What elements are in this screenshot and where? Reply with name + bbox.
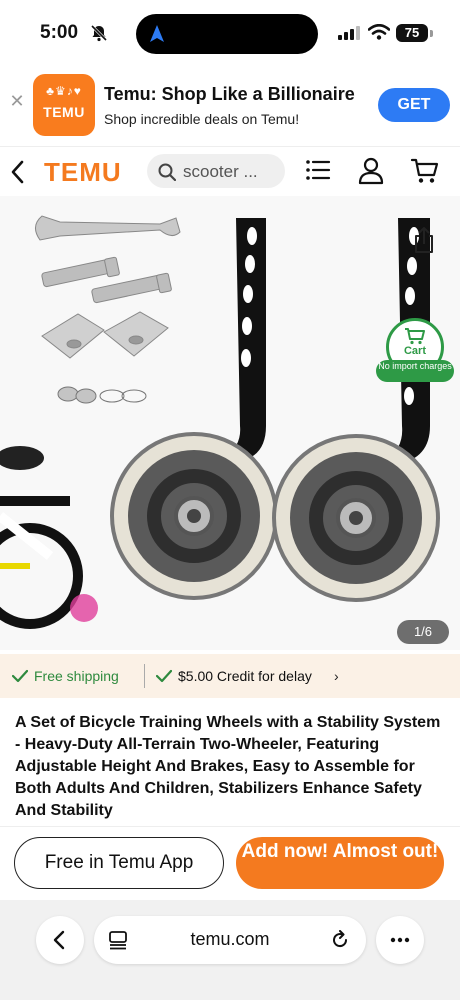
temu-app-icon[interactable]: ♣♛♪♥ TEMU	[33, 74, 95, 136]
wifi-icon	[368, 24, 390, 40]
url-text: temu.com	[190, 929, 270, 949]
free-in-app-button[interactable]: Free in Temu App	[14, 837, 224, 889]
share-icon[interactable]	[408, 224, 440, 256]
banner-app-name: Temu: Shop Like a Billionaire	[104, 84, 355, 104]
more-icon	[390, 937, 410, 943]
add-to-cart-button[interactable]: Add now! Almost out!	[236, 837, 444, 889]
app-icon-text: TEMU	[43, 104, 85, 120]
chevron-left-icon[interactable]	[8, 159, 28, 185]
signal-icon	[338, 26, 360, 40]
more-button[interactable]	[376, 916, 424, 964]
product-title: A Set of Bicycle Training Wheels with a …	[15, 714, 441, 819]
chevron-left-icon	[53, 930, 65, 950]
cart-badge-label: Cart	[403, 345, 426, 357]
no-import-charges-badge: No import charges	[376, 360, 454, 382]
browser-back-button[interactable]	[36, 916, 84, 964]
chevron-right-icon: ›	[334, 668, 339, 684]
temu-logo[interactable]: TEMU	[44, 157, 122, 188]
cart-icon[interactable]	[410, 157, 440, 185]
app-icon-glyphs: ♣♛♪♥	[46, 84, 82, 98]
get-button[interactable]: GET	[378, 88, 450, 122]
site-header: TEMU scooter ...	[0, 146, 460, 196]
status-bar: 5:00 75	[0, 0, 460, 66]
search-icon	[158, 163, 176, 181]
check-icon	[156, 669, 172, 683]
shipping-info-strip[interactable]: Free shipping $5.00 Credit for delay ›	[0, 654, 460, 698]
dynamic-island	[136, 14, 318, 54]
check-icon	[12, 669, 28, 683]
battery-indicator: 75	[396, 24, 428, 42]
search-input[interactable]: scooter ...	[147, 154, 285, 188]
divider	[144, 664, 145, 688]
close-icon[interactable]: ✕	[8, 92, 26, 110]
reload-icon[interactable]	[330, 930, 350, 950]
location-arrow-icon	[150, 25, 164, 42]
banner-subtitle: Shop incredible deals on Temu!	[104, 111, 300, 127]
user-icon[interactable]	[358, 157, 384, 185]
address-bar[interactable]: temu.com	[94, 916, 366, 964]
status-time: 5:00	[40, 22, 79, 43]
menu-list-icon[interactable]	[305, 157, 331, 183]
product-photo	[0, 196, 460, 650]
smart-app-banner: ✕ ♣♛♪♥ TEMU Temu: Shop Like a Billionair…	[0, 66, 460, 144]
cta-bar: Free in Temu App Add now! Almost out!	[0, 826, 460, 900]
browser-toolbar: temu.com	[0, 900, 460, 1000]
image-page-indicator: 1/6	[397, 620, 449, 644]
search-text: scooter ...	[183, 162, 258, 181]
free-shipping-label: Free shipping	[34, 668, 119, 684]
battery-tip	[430, 30, 433, 37]
cart-icon	[405, 328, 425, 345]
delay-credit-label: $5.00 Credit for delay	[178, 668, 312, 684]
bell-slash-icon	[90, 24, 108, 42]
product-image[interactable]	[0, 196, 460, 650]
